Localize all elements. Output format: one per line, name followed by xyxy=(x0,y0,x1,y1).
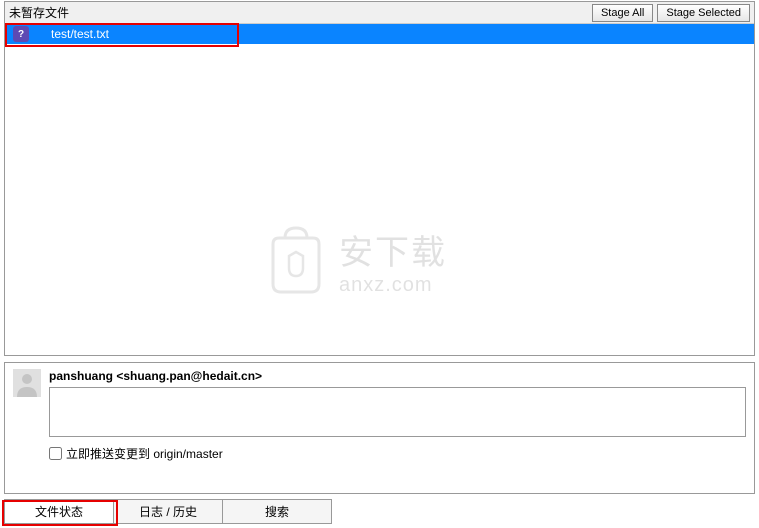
tab-file-status[interactable]: 文件状态 xyxy=(4,499,114,524)
stage-all-button[interactable]: Stage All xyxy=(592,4,653,22)
stage-selected-button[interactable]: Stage Selected xyxy=(657,4,750,22)
commit-panel: panshuang <shuang.pan@hedait.cn> 立即推送变更到… xyxy=(4,362,755,494)
push-immediately-checkbox[interactable] xyxy=(49,447,62,460)
tab-log-history[interactable]: 日志 / 历史 xyxy=(113,499,223,524)
tab-search[interactable]: 搜索 xyxy=(222,499,332,524)
file-row[interactable]: ? test/test.txt xyxy=(5,24,754,44)
commit-message-input[interactable] xyxy=(49,387,746,437)
unknown-status-icon: ? xyxy=(13,26,29,42)
push-immediately-row: 立即推送变更到 origin/master xyxy=(49,445,746,462)
file-path: test/test.txt xyxy=(33,27,109,41)
avatar xyxy=(13,369,41,397)
push-immediately-label: 立即推送变更到 origin/master xyxy=(66,445,223,462)
bottom-tabs: 文件状态 日志 / 历史 搜索 xyxy=(4,499,331,524)
unstaged-file-list[interactable]: ? test/test.txt xyxy=(5,24,754,355)
commit-header: panshuang <shuang.pan@hedait.cn> xyxy=(13,369,746,437)
unstaged-files-panel: 未暂存文件 Stage All Stage Selected ? test/te… xyxy=(4,1,755,356)
unstaged-panel-header: 未暂存文件 Stage All Stage Selected xyxy=(5,2,754,24)
unstaged-panel-title: 未暂存文件 xyxy=(9,4,588,21)
commit-author: panshuang <shuang.pan@hedait.cn> xyxy=(49,369,746,383)
